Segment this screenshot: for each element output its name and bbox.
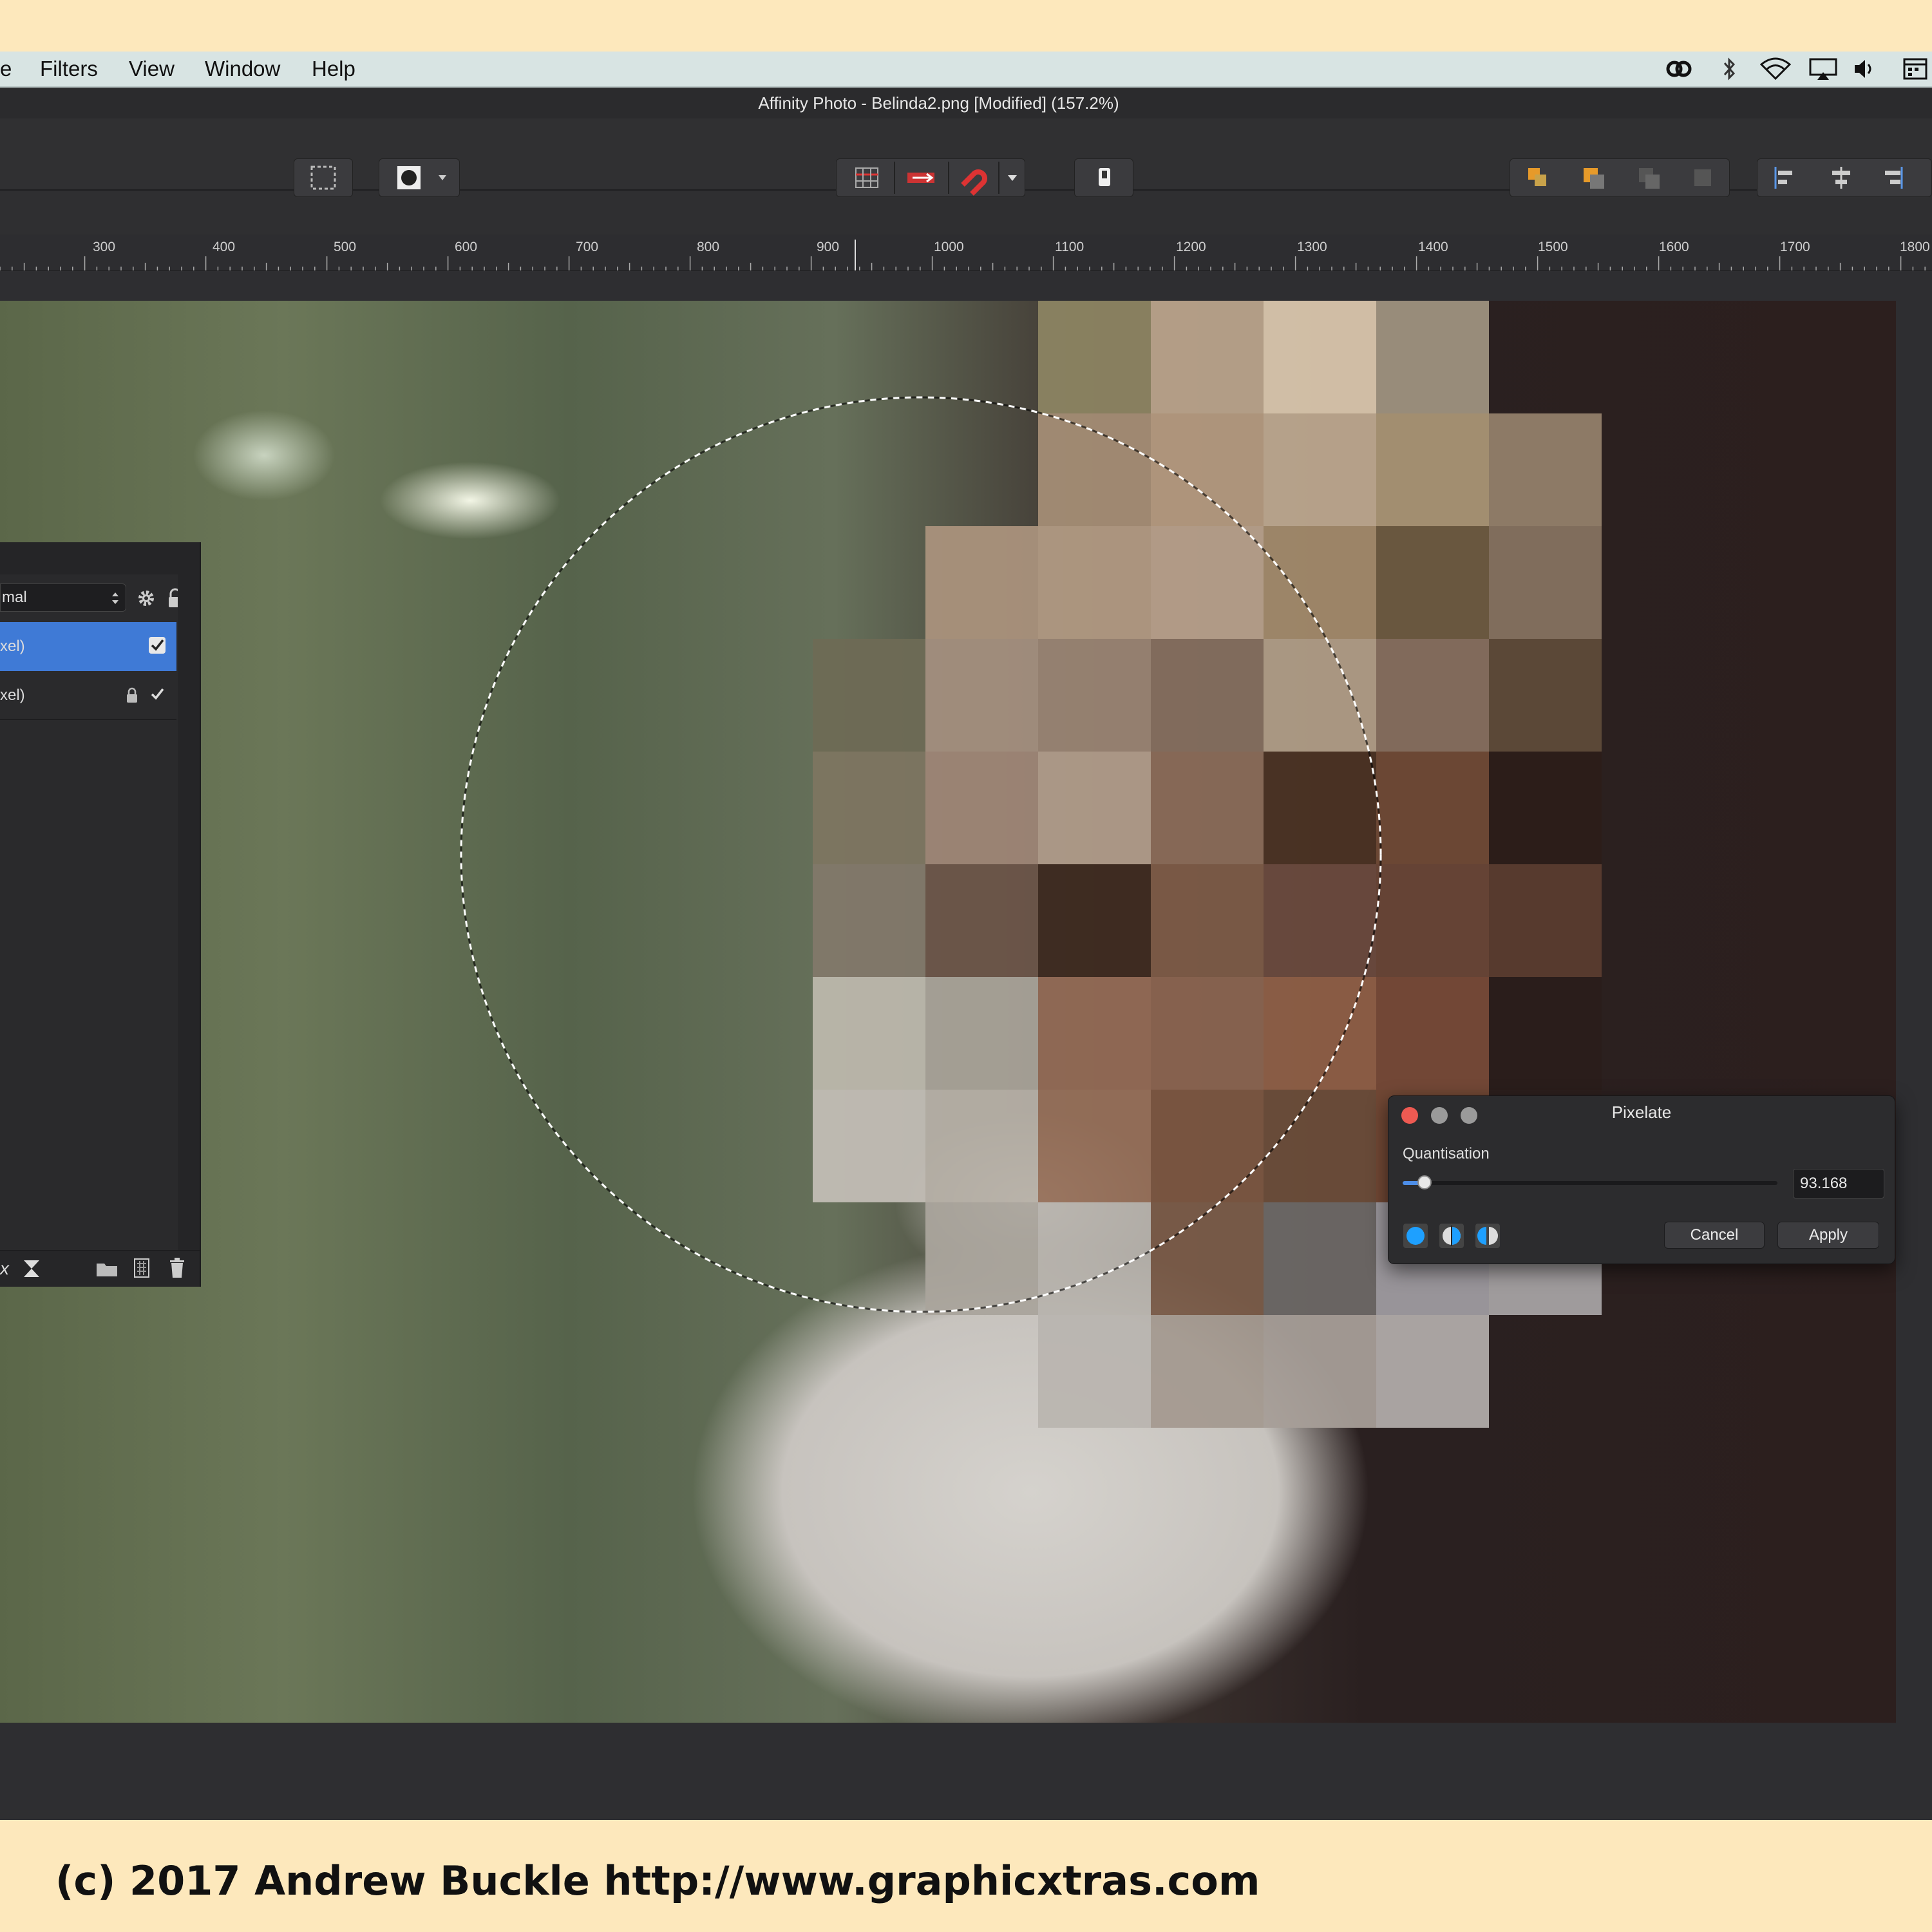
creative-cloud-icon[interactable] bbox=[1665, 57, 1692, 81]
selection-mode-icon[interactable] bbox=[379, 158, 460, 197]
slider-knob[interactable] bbox=[1417, 1175, 1432, 1189]
ruler-label: 1800 bbox=[1900, 240, 1930, 254]
quick-mask-icon[interactable] bbox=[1074, 158, 1133, 197]
layers-panel: mal xel) xel) x bbox=[0, 542, 201, 1287]
menu-view[interactable]: View bbox=[129, 52, 175, 86]
layer-lock-icon[interactable] bbox=[125, 687, 139, 705]
blend-mode-value: mal bbox=[2, 589, 27, 606]
airplay-icon[interactable] bbox=[1808, 57, 1837, 81]
horizontal-ruler[interactable] bbox=[0, 234, 1932, 271]
snapping-dropdown-icon bbox=[1008, 175, 1017, 181]
quantisation-value-field[interactable]: 93.168 bbox=[1793, 1169, 1884, 1198]
toolbar bbox=[0, 118, 1932, 197]
quantisation-slider[interactable] bbox=[1403, 1175, 1777, 1189]
align-left-icon bbox=[1774, 167, 1792, 189]
ruler-label: 600 bbox=[455, 240, 478, 254]
align-center-icon bbox=[1832, 167, 1850, 189]
wifi-icon[interactable] bbox=[1759, 57, 1792, 81]
arrange-back-icon bbox=[1694, 169, 1711, 186]
split-preview-icon[interactable] bbox=[1439, 1223, 1464, 1249]
menu-bar: e Filters View Window Help bbox=[0, 52, 1932, 88]
align-group bbox=[1757, 158, 1932, 197]
arrange-front-icon bbox=[1528, 168, 1546, 186]
gear-icon[interactable] bbox=[135, 587, 157, 612]
ruler-label: 1000 bbox=[934, 240, 964, 254]
document-photo[interactable] bbox=[0, 301, 1896, 1723]
panel-scroll-gutter[interactable] bbox=[178, 574, 200, 1251]
arrange-backward-icon bbox=[1639, 168, 1660, 189]
layer-visibility-checkbox[interactable] bbox=[148, 685, 166, 703]
blend-mode-select[interactable]: mal bbox=[0, 583, 126, 612]
volume-icon[interactable] bbox=[1852, 57, 1879, 81]
app-window: Affinity Photo - Belinda2.png [Modified]… bbox=[0, 88, 1932, 1820]
ruler-label: 1200 bbox=[1176, 240, 1206, 254]
menu-help[interactable]: Help bbox=[312, 52, 355, 86]
marquee-selection-icon[interactable] bbox=[294, 158, 353, 197]
snapping-magnet-icon bbox=[961, 169, 987, 196]
ruler-label: 1500 bbox=[1538, 240, 1568, 254]
menu-window[interactable]: Window bbox=[205, 52, 280, 86]
stepper-icon bbox=[112, 592, 118, 604]
arrange-forward-icon bbox=[1584, 168, 1604, 189]
ruler-label: 900 bbox=[817, 240, 840, 254]
menu-filters[interactable]: Filters bbox=[40, 52, 98, 86]
menu-file[interactable]: e bbox=[0, 52, 12, 86]
layers-panel-header[interactable] bbox=[0, 542, 200, 574]
mirror-preview-icon[interactable] bbox=[1475, 1223, 1501, 1249]
title-bar: Affinity Photo - Belinda2.png [Modified]… bbox=[0, 88, 1932, 118]
cancel-button[interactable]: Cancel bbox=[1664, 1222, 1765, 1249]
layer-row[interactable]: xel) bbox=[0, 622, 176, 671]
ruler-label: 700 bbox=[576, 240, 599, 254]
arrange-group bbox=[1510, 158, 1730, 197]
ellipse-selection-marquee[interactable] bbox=[0, 301, 1896, 1723]
trash-icon[interactable] bbox=[169, 1257, 185, 1279]
dialog-title: Pixelate bbox=[1611, 1103, 1672, 1122]
pixelate-dialog: Pixelate Quantisation 93.168 Cancel Appl… bbox=[1388, 1095, 1895, 1264]
ruler-label: 800 bbox=[697, 240, 720, 254]
calendar-icon[interactable] bbox=[1902, 57, 1929, 81]
layer-row[interactable]: xel) bbox=[0, 671, 176, 720]
group-folder-icon[interactable] bbox=[95, 1260, 118, 1278]
bluetooth-icon[interactable] bbox=[1716, 57, 1743, 81]
layers-panel-footer: x bbox=[0, 1250, 200, 1287]
full-preview-icon[interactable] bbox=[1403, 1223, 1428, 1249]
fx-icon[interactable]: x bbox=[0, 1258, 9, 1279]
ruler-label: 1100 bbox=[1055, 240, 1084, 254]
ruler-label: 1600 bbox=[1659, 240, 1689, 254]
snapping-move-icon bbox=[907, 173, 934, 183]
layer-visibility-checkbox[interactable] bbox=[148, 636, 166, 654]
snapping-grid-icon bbox=[855, 167, 878, 188]
ruler-label: 1300 bbox=[1297, 240, 1327, 254]
copyright-text: (c) 2017 Andrew Buckle http://www.graphi… bbox=[55, 1857, 1260, 1904]
add-pixel-layer-icon[interactable] bbox=[133, 1257, 151, 1279]
align-right-icon bbox=[1885, 167, 1903, 189]
apply-button[interactable]: Apply bbox=[1777, 1222, 1879, 1249]
adjustment-icon[interactable] bbox=[22, 1258, 41, 1279]
snapping-group bbox=[836, 158, 1025, 197]
layer-name: xel) bbox=[0, 687, 25, 704]
window-title: Affinity Photo - Belinda2.png [Modified]… bbox=[758, 93, 1119, 113]
quantisation-label: Quantisation bbox=[1403, 1145, 1490, 1162]
layer-name: xel) bbox=[0, 638, 25, 655]
ruler-label: 1400 bbox=[1418, 240, 1448, 254]
ruler-label: 1700 bbox=[1780, 240, 1810, 254]
ruler-label: 500 bbox=[334, 240, 357, 254]
ruler-label: 300 bbox=[93, 240, 116, 254]
top-frame-band bbox=[0, 0, 1932, 52]
ruler-label: 400 bbox=[213, 240, 236, 254]
